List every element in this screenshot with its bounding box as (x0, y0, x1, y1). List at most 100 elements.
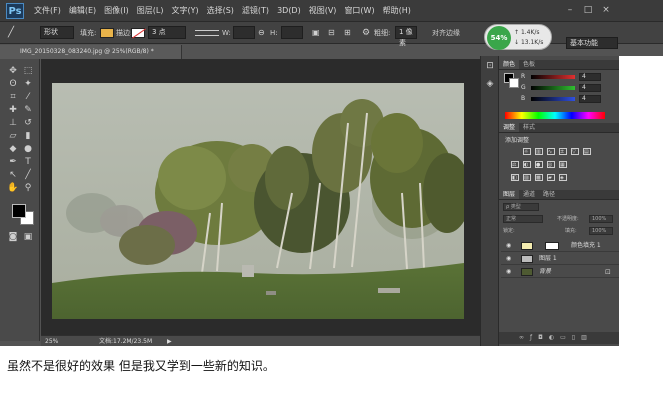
type-tool-icon[interactable]: T (22, 156, 34, 168)
dodge-tool-icon[interactable]: ● (22, 143, 34, 155)
channel-value-field[interactable]: 4 (579, 84, 601, 92)
height-field[interactable] (281, 26, 303, 39)
path-alignment-icon[interactable]: ⊟ (328, 26, 335, 40)
shape-tool-icon[interactable]: ╱ (22, 169, 34, 181)
threshold-icon[interactable]: ▩ (535, 174, 543, 181)
tab-color[interactable]: 颜色 (499, 60, 520, 69)
maximize-button[interactable]: □ (581, 4, 595, 17)
stroke-width-field[interactable]: 3 点 (148, 26, 186, 39)
blend-mode-select[interactable]: 正常 (503, 215, 543, 223)
history-brush-icon[interactable]: ↺ (22, 117, 34, 129)
weight-field[interactable]: 1 像素 (395, 26, 417, 47)
magic-wand-icon[interactable]: ✦ (22, 78, 34, 90)
brightness-icon[interactable]: ☼ (523, 148, 531, 155)
levels-icon[interactable]: ▥ (535, 148, 543, 155)
link-icon[interactable]: ⊖ (258, 26, 265, 40)
channel-value-field[interactable]: 4 (579, 95, 601, 103)
posterize-icon[interactable]: ▨ (523, 174, 531, 181)
foreground-color-icon[interactable] (12, 204, 26, 218)
layer-row[interactable]: ◉ 颜色填充 1 (501, 240, 619, 252)
screen-mode-icon[interactable]: ▣ (22, 231, 34, 243)
visibility-eye-icon[interactable]: ◉ (506, 268, 511, 276)
document-tab[interactable]: IMG_20150328_083240.jpg @ 25%(RGB/8) * (0, 45, 182, 59)
channel-slider[interactable] (531, 75, 575, 79)
layer-row[interactable]: ◉ 图层 1 (501, 253, 619, 265)
zoom-tool-icon[interactable]: ⚲ (22, 182, 34, 194)
mask-icon[interactable]: ◘ (538, 334, 549, 341)
adjustment-layer-icon[interactable]: ◐ (549, 334, 560, 341)
path-arrangement-icon[interactable]: ⊞ (344, 26, 351, 40)
selective-color-icon[interactable]: ◈ (559, 174, 567, 181)
minimize-button[interactable]: – (563, 4, 577, 17)
pen-tool-preset-icon[interactable]: ╱ (8, 26, 14, 40)
layer-style-icon[interactable]: ƒ (530, 334, 538, 341)
menu-item[interactable]: 3D(D) (273, 0, 305, 22)
gradient-tool-icon[interactable]: ▮ (22, 130, 34, 142)
move-tool-icon[interactable]: ✥ (7, 65, 19, 77)
menu-item[interactable]: 编辑(E) (65, 0, 100, 22)
clone-stamp-icon[interactable]: ⊥ (7, 117, 19, 129)
menu-item[interactable]: 文字(Y) (167, 0, 202, 22)
trash-icon[interactable]: ▥ (581, 334, 593, 341)
canvas-area[interactable] (41, 59, 480, 335)
folder-icon[interactable]: ▭ (560, 334, 572, 341)
menu-item[interactable]: 图层(L) (133, 0, 168, 22)
curves-icon[interactable]: ∿ (547, 148, 555, 155)
marquee-tool-icon[interactable]: ⬚ (22, 65, 34, 77)
color-balance-icon[interactable]: ⚖ (511, 161, 519, 168)
menu-item[interactable]: 滤镜(T) (238, 0, 273, 22)
channel-mixer-icon[interactable]: ◎ (547, 161, 555, 168)
properties-panel-icon[interactable]: ◈ (484, 78, 496, 90)
quick-mask-icon[interactable]: ◙ (7, 231, 19, 243)
photo-filter-icon[interactable]: ● (535, 161, 543, 168)
fill-opacity-field[interactable]: 100% (589, 227, 613, 235)
color-lookup-icon[interactable]: ▦ (559, 161, 567, 168)
path-operations-icon[interactable]: ▣ (312, 26, 320, 40)
channel-slider[interactable] (531, 97, 575, 101)
lasso-tool-icon[interactable]: ʘ (7, 78, 19, 90)
tab-layers[interactable]: 图层 (499, 190, 520, 199)
opacity-field[interactable]: 100% (589, 215, 613, 223)
menu-item[interactable]: 文件(F) (30, 0, 65, 22)
tab-paths[interactable]: 路径 (539, 190, 559, 199)
layer-row[interactable]: ⊡ ◉ 背景 (501, 266, 619, 278)
layer-kind-filter[interactable]: ρ 类型 (503, 203, 539, 211)
link-layers-icon[interactable]: ∞ (519, 334, 530, 341)
workspace-select[interactable]: 基本功能 (566, 37, 618, 49)
eyedropper-icon[interactable]: ⁄ (22, 91, 34, 103)
menu-item[interactable]: 图像(I) (100, 0, 133, 22)
visibility-eye-icon[interactable]: ◉ (506, 242, 511, 250)
stroke-color-swatch[interactable] (131, 28, 145, 38)
tool-mode-select[interactable]: 形状 (40, 26, 74, 39)
healing-brush-icon[interactable]: ✚ (7, 104, 19, 116)
close-button[interactable]: × (599, 4, 613, 17)
menu-item[interactable]: 视图(V) (305, 0, 341, 22)
settings-gear-icon[interactable]: ⚙ (362, 26, 370, 40)
status-menu-arrow-icon[interactable]: ▶ (167, 336, 172, 346)
menu-item[interactable]: 帮助(H) (379, 0, 415, 22)
fill-color-swatch[interactable] (100, 28, 114, 38)
new-layer-icon[interactable]: ▯ (572, 334, 581, 341)
hand-tool-icon[interactable]: ✋ (7, 182, 19, 194)
hue-saturation-icon[interactable]: ▤ (583, 148, 591, 155)
gradient-map-icon[interactable]: ▰ (547, 174, 555, 181)
channel-slider[interactable] (531, 86, 575, 90)
menu-item[interactable]: 窗口(W) (340, 0, 378, 22)
align-edges-label[interactable]: 对齐边缘 (432, 26, 460, 40)
tab-styles[interactable]: 样式 (519, 123, 539, 132)
menu-item[interactable]: 选择(S) (203, 0, 238, 22)
tab-channels[interactable]: 通道 (519, 190, 539, 199)
brush-tool-icon[interactable]: ✎ (22, 104, 34, 116)
invert-icon[interactable]: ◧ (511, 174, 519, 181)
exposure-icon[interactable]: ± (559, 148, 567, 155)
tab-swatches[interactable]: 色板 (519, 60, 539, 69)
pen-tool-icon[interactable]: ✒ (7, 156, 19, 168)
zoom-level[interactable]: 25% (45, 336, 58, 346)
color-spectrum-bar[interactable] (505, 112, 605, 119)
black-white-icon[interactable]: ◐ (523, 161, 531, 168)
history-panel-icon[interactable]: ⊡ (484, 60, 496, 72)
vibrance-icon[interactable]: ▽ (571, 148, 579, 155)
blur-tool-icon[interactable]: ◆ (7, 143, 19, 155)
width-field[interactable] (233, 26, 255, 39)
tab-adjustments[interactable]: 调整 (499, 123, 520, 132)
